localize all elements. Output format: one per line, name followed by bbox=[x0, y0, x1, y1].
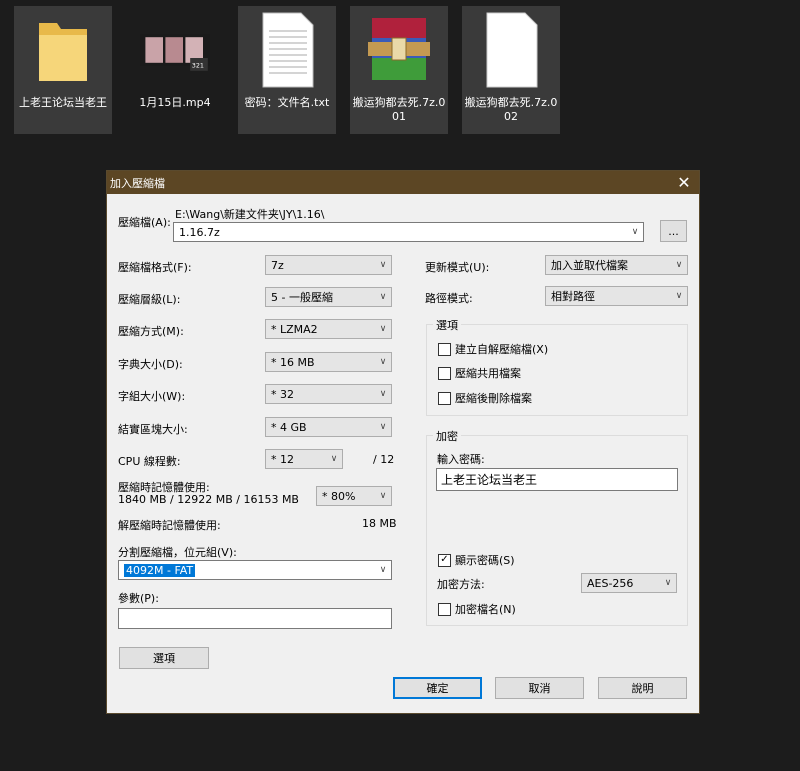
chevron-down-icon: ∨ bbox=[675, 291, 683, 301]
encrypt-names-checkbox[interactable]: 加密檔名(N) bbox=[438, 601, 516, 617]
update-label: 更新模式(U): bbox=[425, 261, 490, 274]
mem-select[interactable]: * 80% ∨ bbox=[316, 486, 392, 506]
solid-label: 結實區塊大小: bbox=[118, 423, 188, 436]
method-select[interactable]: * LZMA2 ∨ bbox=[265, 319, 392, 339]
shared-checkbox[interactable]: 壓縮共用檔案 bbox=[438, 365, 521, 381]
sfx-checkbox[interactable]: 建立自解壓縮檔(X) bbox=[438, 341, 548, 357]
dict-select[interactable]: * 16 MB ∨ bbox=[265, 352, 392, 372]
checkbox-icon bbox=[438, 342, 451, 356]
close-icon[interactable]: ✕ bbox=[669, 171, 699, 194]
chevron-down-icon: ∨ bbox=[379, 292, 387, 302]
desktop-file-text[interactable]: 密码：文件名.txt bbox=[238, 6, 336, 134]
level-label: 壓縮層級(L): bbox=[118, 293, 181, 306]
password-label: 輸入密碼: bbox=[437, 453, 485, 466]
params-label: 參數(P): bbox=[118, 592, 159, 605]
delete-checkbox[interactable]: 壓縮後刪除檔案 bbox=[438, 390, 532, 406]
ok-button[interactable]: 確定 bbox=[393, 677, 482, 699]
split-label: 分割壓縮檔，位元組(V): bbox=[118, 546, 237, 559]
method-label: 壓縮方式(M): bbox=[118, 325, 184, 338]
mem-stats: 1840 MB / 12922 MB / 16153 MB bbox=[118, 493, 299, 506]
chevron-down-icon: ∨ bbox=[379, 491, 387, 501]
checkbox-icon bbox=[438, 366, 451, 380]
archive-path: E:\Wang\新建文件夹\JY\1.16\ bbox=[175, 208, 325, 221]
chevron-down-icon: ∨ bbox=[330, 454, 338, 464]
update-select[interactable]: 加入並取代檔案 ∨ bbox=[545, 255, 688, 275]
password-input[interactable]: 上老王论坛当老王 bbox=[436, 468, 678, 491]
decomp-label: 解壓縮時記憶體使用: bbox=[118, 519, 221, 532]
params-input[interactable] bbox=[118, 608, 392, 629]
chevron-down-icon: ∨ bbox=[379, 324, 387, 334]
dialog-title: 加入壓縮檔 bbox=[110, 176, 165, 190]
desktop-file-archive-002[interactable]: 搬运狗都去死.7z.002 bbox=[462, 6, 560, 134]
chevron-down-icon: ∨ bbox=[675, 260, 683, 270]
path-label: 路徑模式: bbox=[425, 292, 473, 305]
cpu-label: CPU 線程數: bbox=[118, 455, 181, 468]
cancel-button[interactable]: 取消 bbox=[495, 677, 584, 699]
text-file-icon bbox=[251, 10, 323, 90]
chevron-down-icon: ∨ bbox=[379, 565, 387, 575]
add-to-archive-dialog: 加入壓縮檔 ✕ 壓縮檔(A): E:\Wang\新建文件夹\JY\1.16\ 1… bbox=[106, 170, 700, 714]
solid-select[interactable]: * 4 GB ∨ bbox=[265, 417, 392, 437]
blank-file-icon bbox=[475, 10, 547, 90]
svg-text:321: 321 bbox=[192, 62, 204, 70]
split-combo[interactable]: 4092M - FAT ∨ bbox=[118, 560, 392, 580]
format-select[interactable]: 7z ∨ bbox=[265, 255, 392, 275]
encrypt-group-title: 加密 bbox=[433, 428, 461, 444]
desktop-file-folder[interactable]: 上老王论坛当老王 bbox=[14, 6, 112, 134]
chevron-down-icon: ∨ bbox=[379, 260, 387, 270]
chevron-down-icon: ∨ bbox=[664, 578, 672, 588]
desktop-file-video[interactable]: 321 1月15日.mp4 bbox=[126, 6, 224, 134]
decomp-value: 18 MB bbox=[362, 517, 397, 530]
options-group-title: 選項 bbox=[433, 317, 461, 333]
folder-icon bbox=[27, 10, 99, 90]
chevron-down-icon: ∨ bbox=[631, 227, 639, 237]
split-value: 4092M - FAT bbox=[124, 563, 196, 577]
encrypt-method-select[interactable]: AES-256 ∨ bbox=[581, 573, 677, 593]
checkmark-icon: ✓ bbox=[438, 553, 451, 567]
dict-label: 字典大小(D): bbox=[118, 358, 183, 371]
options-button[interactable]: 選項 bbox=[119, 647, 209, 669]
word-select[interactable]: * 32 ∨ bbox=[265, 384, 392, 404]
level-select[interactable]: 5 - 一般壓縮 ∨ bbox=[265, 287, 392, 307]
show-password-checkbox[interactable]: ✓ 顯示密碼(S) bbox=[438, 552, 515, 568]
desktop-file-archive-001[interactable]: 搬运狗都去死.7z.001 bbox=[350, 6, 448, 134]
path-select[interactable]: 相對路徑 ∨ bbox=[545, 286, 688, 306]
browse-button[interactable]: ... bbox=[660, 220, 687, 242]
archive-label: 壓縮檔(A): bbox=[118, 216, 171, 229]
chevron-down-icon: ∨ bbox=[379, 389, 387, 399]
archive-name-combo[interactable]: 1.16.7z ∨ bbox=[173, 222, 644, 242]
chevron-down-icon: ∨ bbox=[379, 357, 387, 367]
word-label: 字組大小(W): bbox=[118, 390, 186, 403]
format-label: 壓縮檔格式(F): bbox=[118, 261, 192, 274]
chevron-down-icon: ∨ bbox=[379, 422, 387, 432]
cpu-total: / 12 bbox=[373, 453, 395, 466]
winrar-archive-icon bbox=[363, 10, 435, 90]
encrypt-method-label: 加密方法: bbox=[437, 578, 485, 591]
checkbox-icon bbox=[438, 391, 451, 405]
help-button[interactable]: 說明 bbox=[598, 677, 687, 699]
cpu-select[interactable]: * 12 ∨ bbox=[265, 449, 343, 469]
checkbox-icon bbox=[438, 602, 451, 616]
video-thumbnail-icon: 321 bbox=[139, 10, 211, 90]
dialog-titlebar[interactable]: 加入壓縮檔 ✕ bbox=[107, 171, 699, 194]
